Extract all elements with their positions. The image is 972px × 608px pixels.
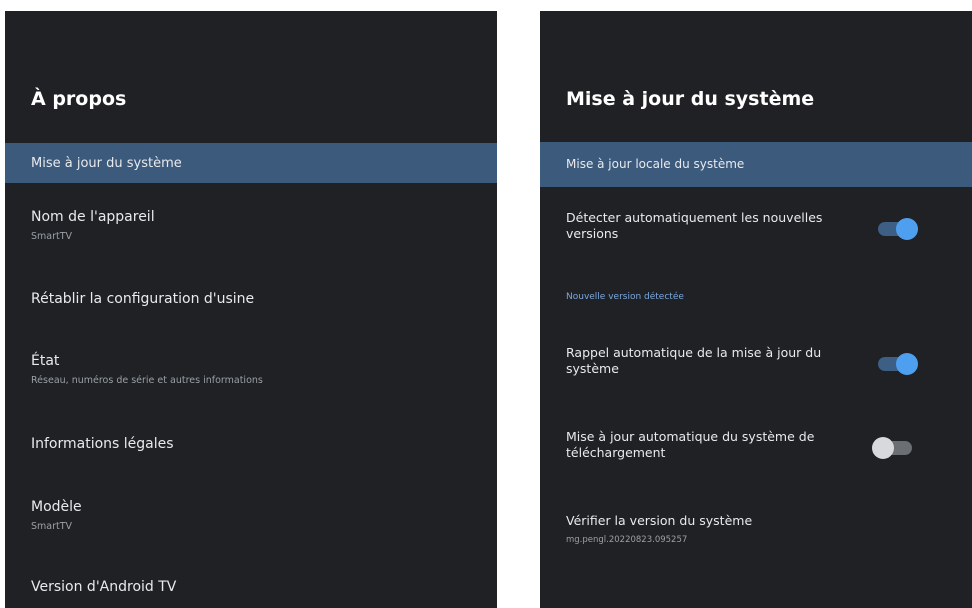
- verify-version-label: Vérifier la version du système: [566, 513, 753, 528]
- auto-reminder-item[interactable]: Rappel automatique de la mise à jour du …: [540, 345, 972, 383]
- auto-download-toggle[interactable]: [872, 437, 912, 459]
- menu-item-android-tv-version[interactable]: Version d'Android TV: [5, 578, 497, 597]
- toggle-knob: [896, 218, 918, 240]
- menu-item-sub: Réseau, numéros de série et autres infor…: [31, 375, 263, 386]
- system-update-title: Mise à jour du système: [566, 88, 815, 110]
- local-update-label: Mise à jour locale du système: [566, 157, 745, 171]
- menu-item-status[interactable]: État Réseau, numéros de série et autres …: [5, 352, 497, 388]
- menu-item-sub: SmartTV: [31, 521, 73, 532]
- menu-item-sub: SmartTV: [31, 231, 73, 242]
- menu-item-label: Mise à jour du système: [31, 155, 182, 171]
- menu-item-label: Informations légales: [31, 436, 174, 452]
- auto-download-item[interactable]: Mise à jour automatique du système de té…: [540, 429, 972, 467]
- system-update-panel: Mise à jour du système Mise à jour local…: [540, 11, 972, 608]
- section-header-new-version: Nouvelle version détectée: [566, 292, 684, 302]
- auto-download-label: Mise à jour automatique du système de té…: [566, 429, 815, 460]
- about-panel: À propos Mise à jour du système Nom de l…: [5, 11, 497, 608]
- menu-item-legal-info[interactable]: Informations légales: [5, 435, 497, 454]
- toggle-knob: [872, 437, 894, 459]
- menu-item-device-name[interactable]: Nom de l'appareil SmartTV: [5, 208, 497, 244]
- menu-item-label: Modèle: [31, 499, 82, 515]
- menu-item-label: Version d'Android TV: [31, 579, 177, 595]
- menu-item-system-update[interactable]: Mise à jour du système: [5, 143, 497, 183]
- auto-detect-item[interactable]: Détecter automatiquement les nouvelles v…: [540, 210, 972, 248]
- about-title: À propos: [31, 88, 127, 110]
- menu-item-model[interactable]: Modèle SmartTV: [5, 498, 497, 534]
- auto-reminder-label: Rappel automatique de la mise à jour du …: [566, 345, 822, 376]
- toggle-knob: [896, 353, 918, 375]
- menu-item-label: État: [31, 353, 60, 369]
- auto-detect-label: Détecter automatiquement les nouvelles v…: [566, 210, 823, 241]
- menu-item-factory-reset[interactable]: Rétablir la configuration d'usine: [5, 290, 497, 309]
- menu-item-label: Rétablir la configuration d'usine: [31, 291, 255, 307]
- verify-version-item[interactable]: Vérifier la version du système mg.pengl.…: [540, 511, 972, 547]
- menu-item-label: Nom de l'appareil: [31, 209, 155, 225]
- auto-reminder-toggle[interactable]: [878, 353, 918, 375]
- local-update-item[interactable]: Mise à jour locale du système: [540, 142, 972, 187]
- auto-detect-toggle[interactable]: [878, 218, 918, 240]
- verify-version-sub: mg.pengl.20220823.095257: [566, 535, 688, 545]
